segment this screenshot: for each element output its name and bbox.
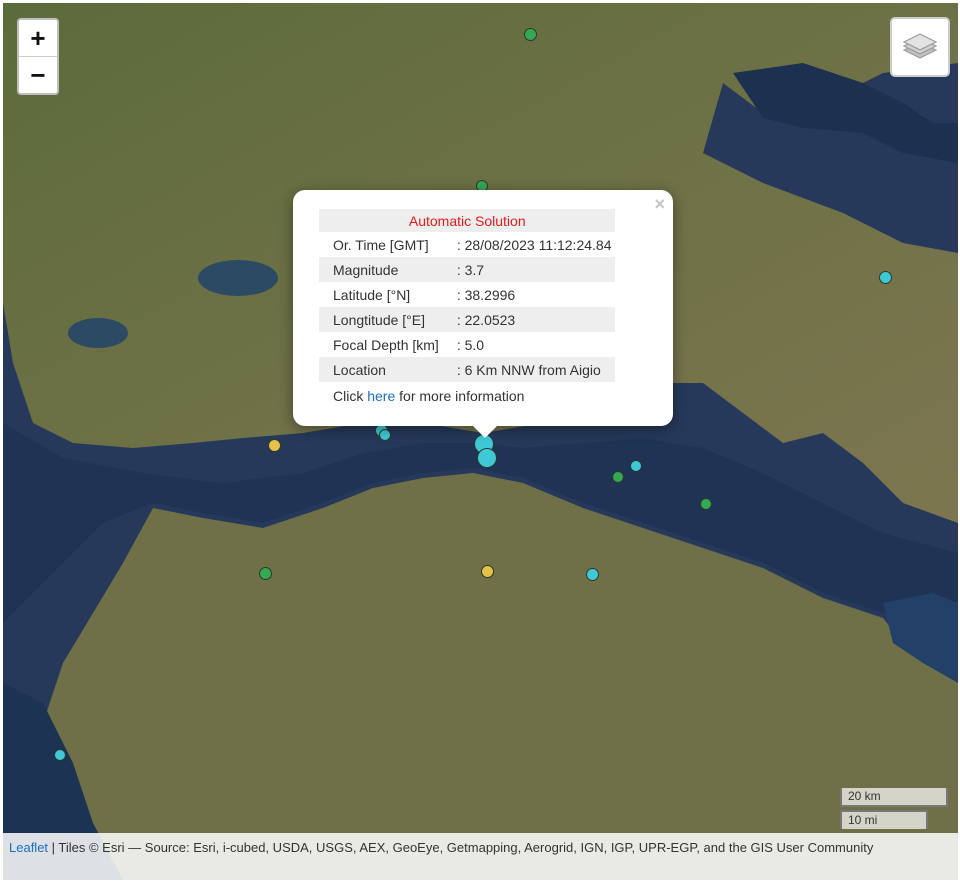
detail-value: : 38.2996 (456, 286, 516, 303)
event-marker-green[interactable] (700, 498, 712, 510)
popup-tip (471, 424, 499, 438)
more-info-text: Click here for more information (319, 382, 616, 408)
scale-mi: 10 mi (840, 810, 928, 829)
event-popup: × Automatic Solution Or. Time [GMT] : 28/… (293, 190, 673, 426)
attribution-text: | Tiles © Esri — Source: Esri, i-cubed, … (48, 840, 874, 855)
close-icon[interactable]: × (654, 194, 665, 215)
event-marker-green[interactable] (259, 567, 272, 580)
detail-label: Focal Depth [km] (333, 336, 439, 353)
layers-icon (902, 33, 938, 59)
event-marker-cyan[interactable] (379, 429, 391, 441)
layers-button[interactable] (890, 17, 950, 77)
detail-label: Longtitude [°E] (319, 307, 443, 332)
event-marker-yellow[interactable] (268, 439, 281, 452)
detail-value: : 6 Km NNW from Aigio (442, 357, 616, 382)
event-marker-cyan[interactable] (586, 568, 599, 581)
detail-label: Magnitude (319, 257, 443, 282)
event-marker-cyan-large[interactable] (477, 448, 497, 468)
event-marker-green[interactable] (524, 28, 537, 41)
event-marker-cyan[interactable] (54, 749, 66, 761)
detail-value: : 28/08/2023 11:12:24.84 (456, 236, 612, 253)
popup-title: Automatic Solution (319, 209, 616, 232)
detail-value: : 5.0 (456, 336, 485, 353)
event-marker-cyan[interactable] (879, 271, 892, 284)
detail-label: Location (319, 357, 443, 382)
detail-label: Or. Time [GMT] (333, 236, 429, 253)
zoom-control: + − (17, 18, 59, 95)
leaflet-link[interactable]: Leaflet (9, 840, 48, 855)
detail-label: Latitude [°N] (333, 286, 411, 303)
zoom-in-button[interactable]: + (19, 20, 57, 56)
more-info-suffix: for more information (395, 387, 525, 404)
attribution: Leaflet | Tiles © Esri — Source: Esri, i… (3, 833, 958, 880)
detail-value: : 3.7 (442, 257, 616, 282)
scale-km: 20 km (840, 788, 948, 807)
zoom-out-button[interactable]: − (19, 56, 57, 93)
more-info-link[interactable]: here (367, 388, 395, 404)
event-marker-yellow[interactable] (481, 565, 494, 578)
more-info-prefix: Click (333, 387, 368, 404)
detail-value: : 22.0523 (442, 307, 616, 332)
event-details-table: Automatic Solution Or. Time [GMT] : 28/08… (319, 209, 616, 408)
event-marker-cyan[interactable] (630, 460, 642, 472)
event-marker-green[interactable] (612, 471, 624, 483)
